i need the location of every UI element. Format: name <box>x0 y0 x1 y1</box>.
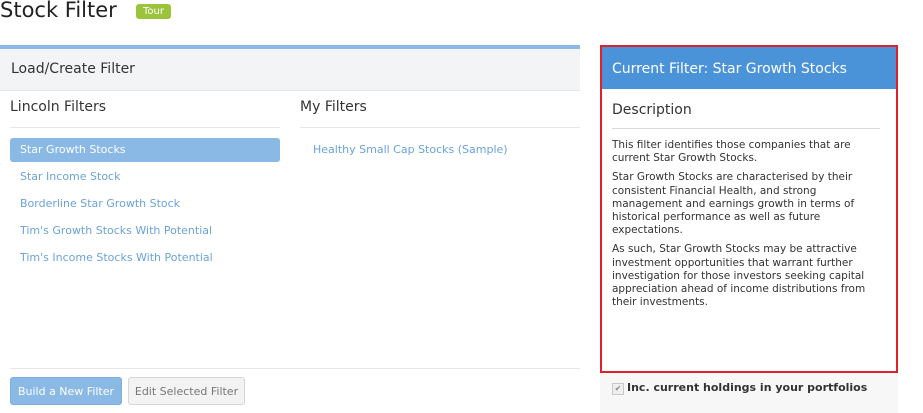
holdings-option: ✔ Inc. current holdings in your portfoli… <box>600 373 898 413</box>
current-filter-header: Current Filter: Star Growth Stocks <box>602 47 896 89</box>
lincoln-filter-item[interactable]: Star Income Stock <box>10 165 280 189</box>
description-paragraph: This filter identifies those companies t… <box>612 139 851 165</box>
tour-button[interactable]: Tour <box>136 4 171 19</box>
description-title: Description <box>612 102 692 118</box>
holdings-label[interactable]: Inc. current holdings in your portfolios <box>627 381 867 394</box>
footer-divider <box>10 368 580 369</box>
lincoln-filter-list: Star Growth Stocks Star Income Stock Borde… <box>10 138 280 273</box>
description-paragraph: As such, Star Growth Stocks may be attra… <box>612 243 866 309</box>
holdings-checkbox[interactable]: ✔ <box>612 383 624 395</box>
lincoln-filter-item[interactable]: Star Growth Stocks <box>10 138 280 162</box>
description-body: This filter identifies those companies t… <box>612 139 884 315</box>
my-filter-list: Healthy Small Cap Stocks (Sample) <box>303 138 573 165</box>
my-filters-divider <box>300 127 580 128</box>
panel-header: Load/Create Filter <box>0 49 580 91</box>
description-paragraph: Star Growth Stocks are characterised by … <box>612 171 855 237</box>
description-divider <box>612 128 880 129</box>
lincoln-filter-item[interactable]: Tim's Growth Stocks With Potential <box>10 219 280 243</box>
current-filter-panel: Current Filter: Star Growth Stocks Descr… <box>600 45 898 373</box>
build-new-filter-button[interactable]: Build a New Filter <box>10 377 122 405</box>
lincoln-filter-item[interactable]: Borderline Star Growth Stock <box>10 192 280 216</box>
page-title: Stock Filter <box>0 0 117 22</box>
lincoln-filter-item[interactable]: Tim's Income Stocks With Potential <box>10 246 280 270</box>
edit-selected-filter-button[interactable]: Edit Selected Filter <box>128 377 245 405</box>
lincoln-filters-title: Lincoln Filters <box>10 99 107 115</box>
lincoln-divider <box>10 127 280 128</box>
load-create-filter-panel: Load/Create Filter Lincoln Filters Star … <box>0 45 580 413</box>
check-icon: ✔ <box>614 384 622 393</box>
my-filter-item[interactable]: Healthy Small Cap Stocks (Sample) <box>303 138 573 162</box>
my-filters-title: My Filters <box>300 99 367 115</box>
